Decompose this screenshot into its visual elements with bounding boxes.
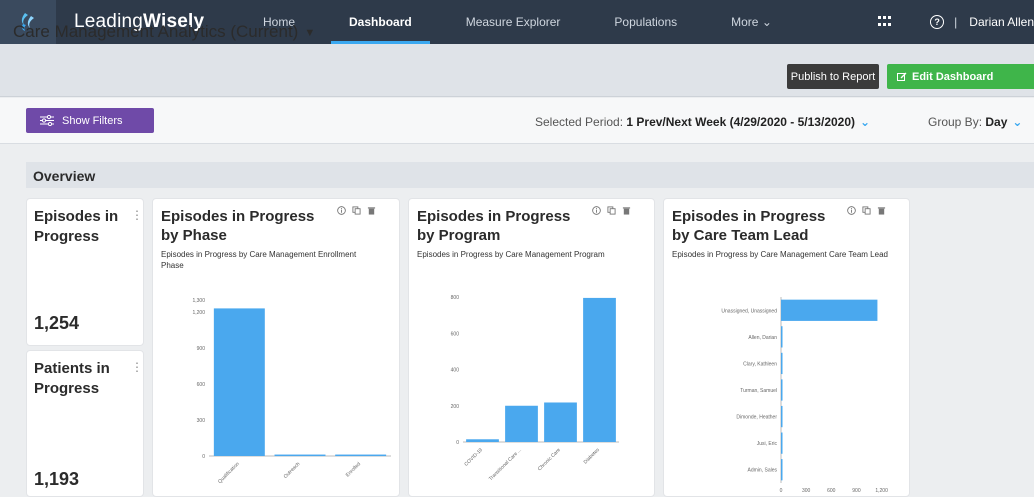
bar: [544, 402, 577, 442]
x-tick-label: COVID-19: [463, 447, 484, 468]
chart-card-by-program: Episodes in Progress by Program Episodes …: [408, 198, 655, 497]
bar-chart-by-care-team-lead: Unassigned, Unassigned Allen, Darian Clary…: [721, 297, 888, 494]
bar-chart-by-program: 800 600 400 200 0 COVID-19 Transitional Care .…: [451, 295, 619, 482]
x-tick-label: 300: [802, 488, 811, 494]
x-tick-label: Diabetes: [583, 447, 602, 466]
edit-icon: [897, 72, 907, 81]
dashboard-title[interactable]: Care Management Analytics (Current) ▼: [13, 22, 315, 42]
x-tick-label: Transitional Care ...: [488, 447, 523, 482]
nav-item-measure-explorer[interactable]: Measure Explorer: [466, 0, 561, 44]
y-tick-label: Jusi, Eric: [757, 441, 778, 447]
bar: [466, 439, 499, 442]
kpi-title: Episodes in Progress: [34, 208, 119, 245]
y-tick-label: 900: [197, 346, 206, 352]
x-tick-label: Outreach: [283, 461, 302, 480]
bar: [505, 405, 538, 442]
bar: [781, 352, 783, 375]
x-tick-label: Qualification: [217, 461, 241, 485]
nav-item-more[interactable]: More ⌄: [731, 0, 772, 44]
bar: [781, 299, 878, 321]
caret-down-icon[interactable]: ▼: [304, 27, 315, 39]
y-tick-label: 0: [202, 454, 205, 460]
y-tick-label: Dimonde, Heather: [736, 415, 777, 421]
kebab-menu-icon[interactable]: ⋮: [131, 361, 143, 373]
chart-card-by-care-team-lead: Episodes in Progress by Care Team Lead Ep…: [663, 198, 910, 497]
y-tick-label: 0: [456, 440, 459, 446]
kpi-value: 1,193: [34, 469, 80, 489]
section-header: [26, 162, 1034, 188]
show-filters-button[interactable]: Show Filters: [26, 108, 154, 133]
y-tick-label: Allen, Darian: [748, 335, 777, 341]
apps-grid-icon[interactable]: [878, 16, 892, 28]
kpi-title: Patients in Progress: [34, 360, 110, 397]
chevron-down-icon[interactable]: ⌄: [1012, 115, 1022, 129]
bar: [781, 379, 783, 401]
y-tick-label: Unassigned, Unassigned: [721, 308, 777, 314]
bar: [781, 432, 783, 454]
x-tick-label: 900: [852, 488, 861, 494]
y-tick-label: 600: [197, 382, 206, 388]
bar: [781, 405, 783, 428]
chart-card-by-phase: Episodes in Progress by Phase Episodes in…: [152, 198, 400, 497]
chevron-down-icon[interactable]: ⌄: [860, 115, 870, 129]
kebab-menu-icon[interactable]: ⋮: [131, 209, 143, 221]
nav-item-populations[interactable]: Populations: [614, 0, 677, 44]
filter-bar: [0, 98, 1034, 144]
y-tick-label: 400: [451, 368, 460, 374]
help-icon[interactable]: ?: [930, 15, 945, 29]
bar: [781, 459, 783, 481]
selected-period[interactable]: Selected Period: 1 Prev/Next Week (4/29/…: [535, 115, 870, 129]
user-name[interactable]: Darian Allen: [969, 15, 1034, 29]
y-tick-label: 800: [451, 295, 460, 301]
bar: [335, 454, 387, 457]
bar: [274, 454, 326, 457]
divider: |: [954, 15, 958, 29]
bar-chart-by-phase: 1,300 1,200 900 600 300 0 Qualification Outreac…: [192, 298, 391, 485]
bar: [781, 326, 783, 348]
kpi-card-episodes: Episodes in Progress ⋮ 1,254: [26, 198, 144, 346]
y-tick-label: Clary, Kathleen: [743, 361, 777, 367]
x-tick-label: 600: [827, 488, 836, 494]
publish-to-report-button[interactable]: Publish to Report: [787, 64, 879, 89]
x-tick-label: Chronic Care: [537, 447, 562, 472]
bar: [583, 297, 616, 442]
y-tick-label: 200: [451, 404, 460, 410]
edit-dashboard-button[interactable]: Edit Dashboard: [887, 64, 1034, 89]
y-tick-label: 1,300: [192, 298, 205, 304]
kpi-card-patients: Patients in Progress ⋮ 1,193: [26, 350, 144, 497]
nav-item-dashboard[interactable]: Dashboard: [331, 0, 430, 44]
section-title: Overview: [33, 168, 96, 184]
bar: [213, 308, 265, 456]
group-by-select[interactable]: Group By: Day ⌄: [928, 115, 1022, 129]
kpi-value: 1,254: [34, 313, 80, 333]
sliders-icon: [40, 115, 54, 126]
y-tick-label: 300: [197, 418, 206, 424]
y-tick-label: 600: [451, 331, 460, 337]
x-tick-label: 0: [780, 488, 783, 494]
x-tick-label: 1,200: [875, 488, 888, 494]
x-tick-label: Enrolled: [345, 461, 362, 478]
y-tick-label: Admin, Sales: [748, 468, 778, 474]
y-tick-label: 1,200: [192, 310, 205, 316]
y-tick-label: Turman, Samuel: [740, 388, 777, 394]
